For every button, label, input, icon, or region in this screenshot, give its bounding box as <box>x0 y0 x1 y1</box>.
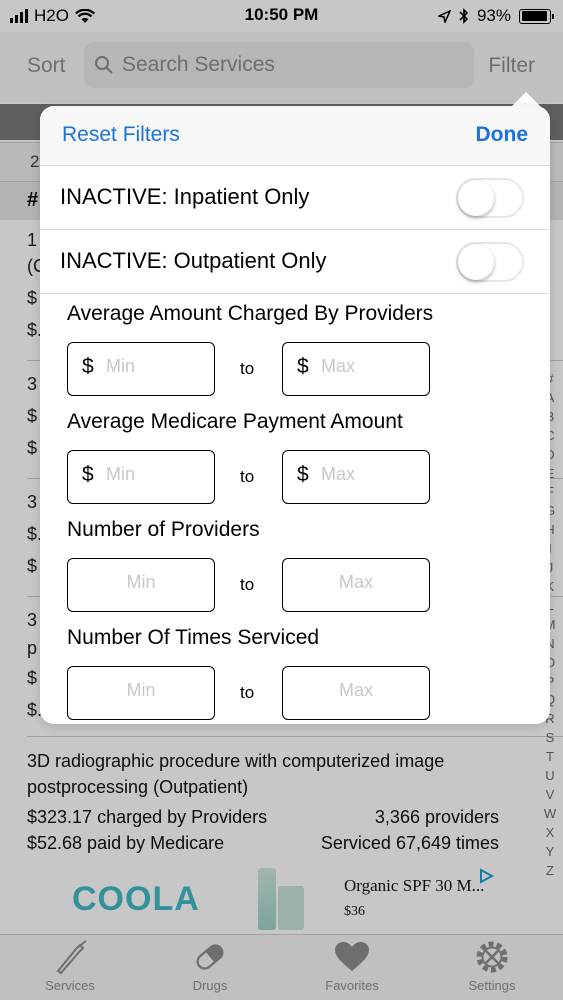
currency-symbol: $ <box>297 463 309 486</box>
num-providers-label: Number of Providers <box>67 518 260 541</box>
outpatient-only-row: INACTIVE: Outpatient Only <box>40 230 550 294</box>
times-serviced-max-input[interactable] <box>283 680 429 701</box>
avg-charged-max-input[interactable] <box>321 356 421 377</box>
num-providers-max-field[interactable] <box>282 558 430 612</box>
times-serviced-label: Number Of Times Serviced <box>67 626 320 649</box>
times-serviced-max-field[interactable] <box>282 666 430 720</box>
toggle-label: INACTIVE: Inpatient Only <box>60 184 310 209</box>
range-to-label: to <box>240 467 255 486</box>
num-providers-min-field[interactable] <box>67 558 215 612</box>
outpatient-only-switch[interactable] <box>456 242 524 282</box>
currency-symbol: $ <box>82 463 94 486</box>
filter-popover: Reset Filters Done INACTIVE: Inpatient O… <box>40 106 550 724</box>
avg-charged-min-field[interactable]: $ <box>67 342 215 396</box>
inpatient-only-switch[interactable] <box>456 178 524 218</box>
avg-medicare-label: Average Medicare Payment Amount <box>67 410 403 433</box>
switch-knob <box>458 244 494 280</box>
inpatient-only-row: INACTIVE: Inpatient Only <box>40 166 550 230</box>
avg-medicare-max-field[interactable]: $ <box>282 450 430 504</box>
range-to-label: to <box>240 359 255 378</box>
done-button[interactable]: Done <box>476 123 529 147</box>
avg-charged-label: Average Amount Charged By Providers <box>67 302 434 325</box>
switch-knob <box>458 180 494 216</box>
times-serviced-min-input[interactable] <box>68 680 214 701</box>
currency-symbol: $ <box>82 355 94 378</box>
num-providers-max-input[interactable] <box>283 572 429 593</box>
avg-medicare-min-input[interactable] <box>106 464 206 485</box>
num-providers-min-input[interactable] <box>68 572 214 593</box>
avg-medicare-max-input[interactable] <box>321 464 421 485</box>
reset-filters-button[interactable]: Reset Filters <box>62 123 180 147</box>
toggle-label: INACTIVE: Outpatient Only <box>60 248 327 273</box>
avg-charged-min-input[interactable] <box>106 356 206 377</box>
avg-charged-max-field[interactable]: $ <box>282 342 430 396</box>
range-to-label: to <box>240 683 255 702</box>
avg-medicare-min-field[interactable]: $ <box>67 450 215 504</box>
currency-symbol: $ <box>297 355 309 378</box>
range-to-label: to <box>240 575 255 594</box>
times-serviced-min-field[interactable] <box>67 666 215 720</box>
popover-header: Reset Filters Done <box>40 106 550 166</box>
